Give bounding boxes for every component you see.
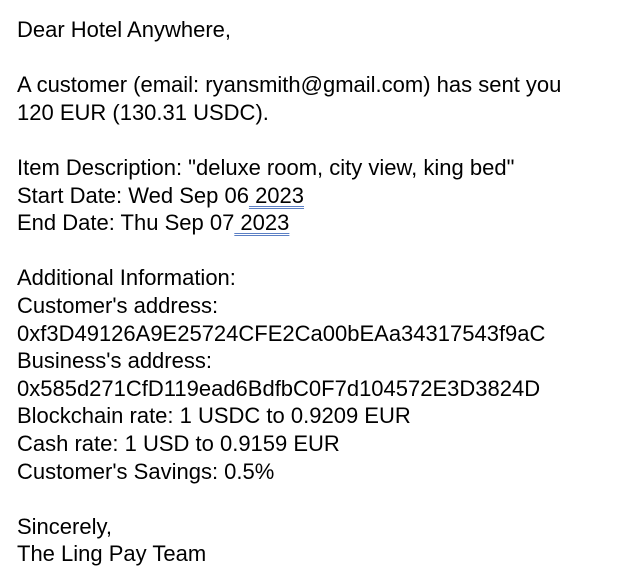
customer-savings: Customer's Savings: 0.5% xyxy=(17,458,275,484)
intro-line-2: 120 EUR (130.31 USDC). xyxy=(17,99,269,125)
blockchain-rate: Blockchain rate: 1 USDC to 0.9209 EUR xyxy=(17,403,411,429)
start-date-year-link[interactable]: 2023 xyxy=(249,183,304,208)
closing: Sincerely, xyxy=(17,513,112,539)
end-date: End Date: Thu Sep 07 2023 xyxy=(17,209,561,237)
customer-address: 0xf3D49126A9E25724CFE2Ca00bEAa34317543f9… xyxy=(17,320,546,346)
end-date-prefix: End Date: Thu Sep 07 xyxy=(17,210,235,236)
cash-rate: Cash rate: 1 USD to 0.9159 EUR xyxy=(17,430,340,456)
item-description: Item Description: "deluxe room, city vie… xyxy=(17,154,515,180)
email-body: Dear Hotel Anywhere, A customer (email: … xyxy=(17,16,561,568)
start-date: Start Date: Wed Sep 06 2023 xyxy=(17,182,561,210)
additional-info-label: Additional Information: xyxy=(17,265,236,291)
end-date-year-link[interactable]: 2023 xyxy=(234,210,289,235)
intro-line-1: A customer (email: ryansmith@gmail.com) … xyxy=(17,72,562,98)
start-date-prefix: Start Date: Wed Sep 06 xyxy=(17,182,249,208)
greeting: Dear Hotel Anywhere, xyxy=(17,17,231,42)
business-address-label: Business's address: xyxy=(17,348,212,374)
customer-address-label: Customer's address: xyxy=(17,292,219,318)
signature: The Ling Pay Team xyxy=(17,541,207,567)
business-address: 0x585d271CfD119ead6BdfbC0F7d104572E3D382… xyxy=(17,375,541,401)
